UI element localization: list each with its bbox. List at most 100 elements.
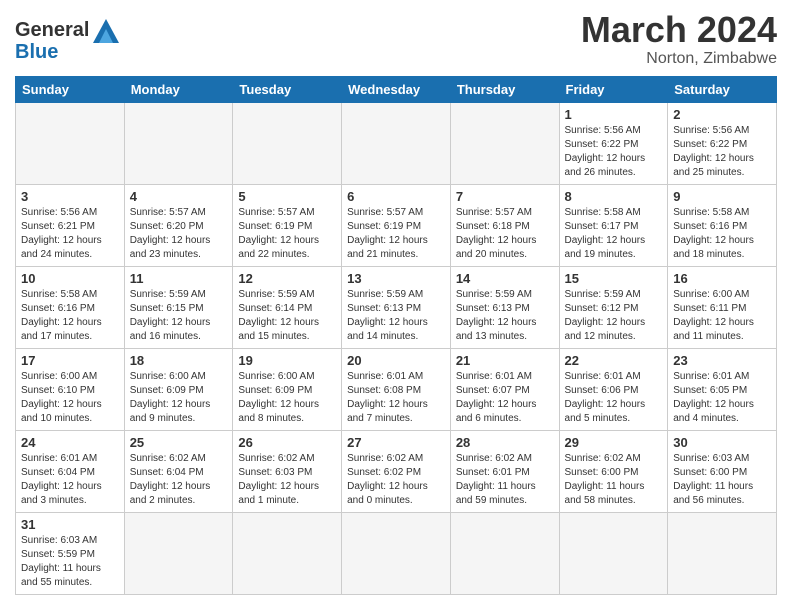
day-number: 17 bbox=[21, 353, 119, 368]
calendar-header-row: Sunday Monday Tuesday Wednesday Thursday… bbox=[16, 76, 777, 102]
calendar-table: Sunday Monday Tuesday Wednesday Thursday… bbox=[15, 76, 777, 595]
day-number: 9 bbox=[673, 189, 771, 204]
day-number: 7 bbox=[456, 189, 554, 204]
day-number: 18 bbox=[130, 353, 228, 368]
month-title: March 2024 bbox=[581, 10, 777, 50]
logo-icon bbox=[91, 15, 121, 45]
calendar-cell: 12 Sunrise: 5:59 AM Sunset: 6:14 PM Dayli… bbox=[233, 266, 342, 348]
day-info: Sunrise: 5:57 AM Sunset: 6:19 PM Dayligh… bbox=[238, 206, 336, 262]
day-number: 22 bbox=[565, 353, 663, 368]
calendar-cell bbox=[342, 102, 451, 184]
day-number: 12 bbox=[238, 271, 336, 286]
day-info: Sunrise: 6:00 AM Sunset: 6:09 PM Dayligh… bbox=[130, 370, 228, 426]
day-info: Sunrise: 6:00 AM Sunset: 6:11 PM Dayligh… bbox=[673, 288, 771, 344]
calendar-cell bbox=[233, 512, 342, 594]
day-number: 16 bbox=[673, 271, 771, 286]
calendar-cell: 18 Sunrise: 6:00 AM Sunset: 6:09 PM Dayli… bbox=[124, 348, 233, 430]
day-number: 4 bbox=[130, 189, 228, 204]
day-info: Sunrise: 5:58 AM Sunset: 6:16 PM Dayligh… bbox=[673, 206, 771, 262]
col-saturday: Saturday bbox=[668, 76, 777, 102]
calendar-cell: 17 Sunrise: 6:00 AM Sunset: 6:10 PM Dayli… bbox=[16, 348, 125, 430]
day-info: Sunrise: 5:59 AM Sunset: 6:13 PM Dayligh… bbox=[347, 288, 445, 344]
day-info: Sunrise: 5:59 AM Sunset: 6:12 PM Dayligh… bbox=[565, 288, 663, 344]
calendar-cell: 27 Sunrise: 6:02 AM Sunset: 6:02 PM Dayli… bbox=[342, 430, 451, 512]
day-info: Sunrise: 5:59 AM Sunset: 6:15 PM Dayligh… bbox=[130, 288, 228, 344]
day-info: Sunrise: 6:02 AM Sunset: 6:02 PM Dayligh… bbox=[347, 452, 445, 508]
calendar-cell: 30 Sunrise: 6:03 AM Sunset: 6:00 PM Dayli… bbox=[668, 430, 777, 512]
day-number: 14 bbox=[456, 271, 554, 286]
day-number: 11 bbox=[130, 271, 228, 286]
day-info: Sunrise: 5:59 AM Sunset: 6:14 PM Dayligh… bbox=[238, 288, 336, 344]
day-number: 2 bbox=[673, 107, 771, 122]
calendar-cell bbox=[559, 512, 668, 594]
day-info: Sunrise: 5:58 AM Sunset: 6:17 PM Dayligh… bbox=[565, 206, 663, 262]
calendar-cell: 4 Sunrise: 5:57 AM Sunset: 6:20 PM Daylig… bbox=[124, 184, 233, 266]
calendar-cell: 16 Sunrise: 6:00 AM Sunset: 6:11 PM Dayli… bbox=[668, 266, 777, 348]
day-number: 5 bbox=[238, 189, 336, 204]
calendar-cell: 28Sunrise: 6:02 AM Sunset: 6:01 PM Dayli… bbox=[450, 430, 559, 512]
title-block: March 2024 Norton, Zimbabwe bbox=[581, 10, 777, 68]
calendar-cell: 14 Sunrise: 5:59 AM Sunset: 6:13 PM Dayli… bbox=[450, 266, 559, 348]
calendar-cell: 15Sunrise: 5:59 AM Sunset: 6:12 PM Dayli… bbox=[559, 266, 668, 348]
calendar-cell: 21Sunrise: 6:01 AM Sunset: 6:07 PM Dayli… bbox=[450, 348, 559, 430]
col-tuesday: Tuesday bbox=[233, 76, 342, 102]
calendar-cell: 10 Sunrise: 5:58 AM Sunset: 6:16 PM Dayli… bbox=[16, 266, 125, 348]
day-info: Sunrise: 5:57 AM Sunset: 6:18 PM Dayligh… bbox=[456, 206, 554, 262]
day-info: Sunrise: 5:58 AM Sunset: 6:16 PM Dayligh… bbox=[21, 288, 119, 344]
calendar-cell bbox=[16, 102, 125, 184]
calendar-cell: 25Sunrise: 6:02 AM Sunset: 6:04 PM Dayli… bbox=[124, 430, 233, 512]
page: General Blue March 2024 Norton, Zimbabwe… bbox=[0, 0, 792, 612]
logo-text-general: General bbox=[15, 20, 89, 40]
calendar-cell: 2 Sunrise: 5:56 AM Sunset: 6:22 PM Daylig… bbox=[668, 102, 777, 184]
day-info: Sunrise: 5:57 AM Sunset: 6:20 PM Dayligh… bbox=[130, 206, 228, 262]
day-info: Sunrise: 6:00 AM Sunset: 6:10 PM Dayligh… bbox=[21, 370, 119, 426]
day-info: Sunrise: 6:00 AM Sunset: 6:09 PM Dayligh… bbox=[238, 370, 336, 426]
calendar-cell: 13 Sunrise: 5:59 AM Sunset: 6:13 PM Dayli… bbox=[342, 266, 451, 348]
day-info: Sunrise: 6:01 AM Sunset: 6:04 PM Dayligh… bbox=[21, 452, 119, 508]
day-number: 31 bbox=[21, 517, 119, 532]
day-number: 19 bbox=[238, 353, 336, 368]
col-monday: Monday bbox=[124, 76, 233, 102]
calendar-cell: 23Sunrise: 6:01 AM Sunset: 6:05 PM Dayli… bbox=[668, 348, 777, 430]
day-info: Sunrise: 6:02 AM Sunset: 6:01 PM Dayligh… bbox=[456, 452, 554, 508]
calendar-cell bbox=[450, 512, 559, 594]
day-number: 20 bbox=[347, 353, 445, 368]
location: Norton, Zimbabwe bbox=[581, 50, 777, 68]
day-info: Sunrise: 6:03 AM Sunset: 5:59 PM Dayligh… bbox=[21, 534, 119, 590]
calendar-cell: 20 Sunrise: 6:01 AM Sunset: 6:08 PM Dayli… bbox=[342, 348, 451, 430]
calendar-cell bbox=[124, 102, 233, 184]
day-info: Sunrise: 5:56 AM Sunset: 6:22 PM Dayligh… bbox=[673, 124, 771, 180]
calendar-cell: 26Sunrise: 6:02 AM Sunset: 6:03 PM Dayli… bbox=[233, 430, 342, 512]
day-number: 6 bbox=[347, 189, 445, 204]
day-info: Sunrise: 5:59 AM Sunset: 6:13 PM Dayligh… bbox=[456, 288, 554, 344]
day-number: 30 bbox=[673, 435, 771, 450]
calendar-cell: 19 Sunrise: 6:00 AM Sunset: 6:09 PM Dayli… bbox=[233, 348, 342, 430]
day-number: 3 bbox=[21, 189, 119, 204]
calendar-cell: 3 Sunrise: 5:56 AM Sunset: 6:21 PM Daylig… bbox=[16, 184, 125, 266]
day-number: 13 bbox=[347, 271, 445, 286]
day-info: Sunrise: 6:02 AM Sunset: 6:04 PM Dayligh… bbox=[130, 452, 228, 508]
calendar-cell bbox=[342, 512, 451, 594]
day-number: 27 bbox=[347, 435, 445, 450]
calendar-cell bbox=[233, 102, 342, 184]
day-info: Sunrise: 6:01 AM Sunset: 6:07 PM Dayligh… bbox=[456, 370, 554, 426]
calendar-cell: 31 Sunrise: 6:03 AM Sunset: 5:59 PM Dayli… bbox=[16, 512, 125, 594]
calendar-cell: 8Sunrise: 5:58 AM Sunset: 6:17 PM Daylig… bbox=[559, 184, 668, 266]
col-thursday: Thursday bbox=[450, 76, 559, 102]
calendar-cell: 29Sunrise: 6:02 AM Sunset: 6:00 PM Dayli… bbox=[559, 430, 668, 512]
day-info: Sunrise: 5:56 AM Sunset: 6:21 PM Dayligh… bbox=[21, 206, 119, 262]
col-friday: Friday bbox=[559, 76, 668, 102]
calendar-cell: 1Sunrise: 5:56 AM Sunset: 6:22 PM Daylig… bbox=[559, 102, 668, 184]
day-number: 10 bbox=[21, 271, 119, 286]
header: General Blue March 2024 Norton, Zimbabwe bbox=[15, 10, 777, 68]
calendar-cell: 11 Sunrise: 5:59 AM Sunset: 6:15 PM Dayli… bbox=[124, 266, 233, 348]
day-number: 29 bbox=[565, 435, 663, 450]
calendar-cell bbox=[668, 512, 777, 594]
day-info: Sunrise: 6:03 AM Sunset: 6:00 PM Dayligh… bbox=[673, 452, 771, 508]
calendar-cell: 6Sunrise: 5:57 AM Sunset: 6:19 PM Daylig… bbox=[342, 184, 451, 266]
day-info: Sunrise: 6:01 AM Sunset: 6:08 PM Dayligh… bbox=[347, 370, 445, 426]
calendar-cell: 9 Sunrise: 5:58 AM Sunset: 6:16 PM Daylig… bbox=[668, 184, 777, 266]
day-number: 26 bbox=[238, 435, 336, 450]
day-number: 24 bbox=[21, 435, 119, 450]
calendar-cell: 5 Sunrise: 5:57 AM Sunset: 6:19 PM Daylig… bbox=[233, 184, 342, 266]
